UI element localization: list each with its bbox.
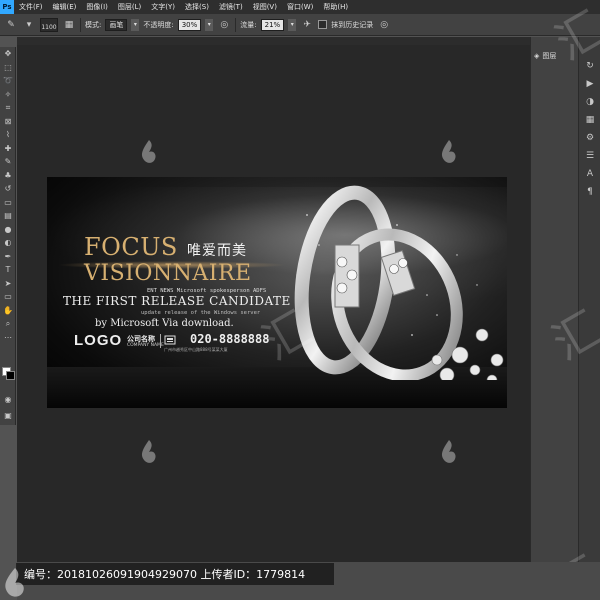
eyedropper-tool-icon[interactable]: ⌇ [0,128,16,142]
layers-panel-tab[interactable]: ◈ 图层 [534,49,556,63]
gradient-tool-icon[interactable]: ▤ [0,209,16,223]
company-name-english: COMPANY NAME [127,343,164,348]
document-tab-strip [17,37,530,45]
flow-dropdown-icon[interactable]: ▾ [288,18,297,31]
logo-text: LOGO [74,332,123,349]
more-tools-icon[interactable]: ⋯ [0,331,16,345]
dodge-tool-icon[interactable]: ◐ [0,236,16,250]
screen-mode-icon[interactable]: ▣ [0,409,16,423]
menu-edit[interactable]: 编辑(E) [48,2,82,12]
dropdown-arrow-icon[interactable]: ▾ [22,18,36,32]
update-caption: update release of the Windows server [141,310,261,316]
separator [235,17,237,32]
opacity-dropdown-icon[interactable]: ▾ [205,18,214,31]
brush-tool-icon[interactable]: ✎ [0,155,16,169]
photoshop-app-icon[interactable]: Ps [0,0,14,14]
menu-select[interactable]: 选择(S) [180,2,214,12]
type-tool-icon[interactable]: T [0,263,16,277]
brush-size-preset[interactable]: 1100 [40,17,58,32]
address-text: 广州市越秀区中山路888号某某大厦 [164,347,228,352]
shape-tool-icon[interactable]: ▭ [0,290,16,304]
headline-chinese: 唯爱而美 [187,243,247,259]
blur-tool-icon[interactable]: ● [0,223,16,237]
flow-label: 流量: [240,20,257,29]
character-panel-icon[interactable]: A [579,165,600,183]
path-select-tool-icon[interactable]: ➤ [0,277,16,291]
healing-brush-tool-icon[interactable]: ✚ [0,142,16,156]
pen-tool-icon[interactable]: ✒ [0,250,16,264]
tools-panel: ✥ ⬚ ➰ ✧ ⌗ ⊠ ⌇ ✚ ✎ ♣ ↺ ▭ ▤ ● ◐ ✒ T ➤ ▭ ✋ … [0,47,16,425]
opacity-input[interactable]: 30% [177,18,202,31]
opacity-label: 不透明度: [143,20,174,29]
separator [80,17,81,32]
layers-tab-label: 图层 [542,52,557,60]
pressure-opacity-icon[interactable]: ◎ [217,18,231,32]
quick-mask-icon[interactable]: ◉ [0,393,16,407]
clone-stamp-tool-icon[interactable]: ♣ [0,169,16,183]
headline-visionnaire: VISIONNAIRE [84,261,252,286]
swatches-panel-icon[interactable]: ▦ [579,111,600,129]
marquee-tool-icon[interactable]: ⬚ [0,61,16,75]
mode-select[interactable]: 画笔 [105,18,128,31]
flow-input[interactable]: 21% [260,18,285,31]
menu-image[interactable]: 图像(I) [81,2,113,12]
background-color-swatch[interactable] [6,371,15,380]
frame-tool-icon[interactable]: ⊠ [0,115,16,129]
menu-view[interactable]: 视图(V) [248,2,282,12]
phone-number: 020-8888888 [190,332,270,346]
pressure-size-icon[interactable]: ◎ [377,18,391,32]
history-brush-tool-icon[interactable]: ↺ [0,182,16,196]
headline-focus: FOCUS [84,233,178,261]
menu-type[interactable]: 文字(Y) [146,2,180,12]
color-swatches[interactable] [2,367,16,381]
crop-tool-icon[interactable]: ⌗ [0,101,16,115]
paragraph-panel-icon[interactable]: ¶ [579,183,600,201]
release-candidate-text: THE FIRST RELEASE CANDIDATE [63,294,291,308]
hand-tool-icon[interactable]: ✋ [0,304,16,318]
menu-filter[interactable]: 滤镜(T) [214,2,248,12]
color-panel-icon[interactable]: ◑ [579,93,600,111]
erase-history-label: 抹到历史记录 [331,20,374,29]
watermark-logo-icon [5,568,24,597]
menu-layer[interactable]: 图层(L) [113,2,146,12]
quick-select-tool-icon[interactable]: ✧ [0,88,16,102]
mode-label: 模式: [85,20,102,29]
divider [160,334,161,348]
erase-history-checkbox[interactable] [318,20,328,29]
actions-panel-icon[interactable]: ▶ [579,75,600,93]
properties-panel-icon[interactable]: ☰ [579,147,600,165]
zoom-tool-icon[interactable]: ⌕ [0,317,16,331]
phone-icon [164,335,176,345]
tool-options-bar: ✎ ▾ 1100 ▦ 模式: 画笔 ▾ 不透明度: 30% ▾ ◎ 流量: 21… [0,14,600,36]
mode-dropdown-icon[interactable]: ▾ [131,18,140,31]
history-brush-icon[interactable]: ✎ [4,18,18,32]
brush-settings-icon[interactable]: ▦ [62,18,76,32]
image-id-banner: 编号：20181026091904929070 上传者ID：1779814 [16,563,334,585]
layers-icon: ◈ [534,52,540,60]
by-microsoft-text: by Microsoft Via download. [95,318,234,329]
menu-help[interactable]: 帮助(H) [318,2,353,12]
menu-file[interactable]: 文件(F) [14,2,48,12]
canvas-artwork[interactable]: FOCUS 唯爱而美 VISIONNAIRE ENT NEWS Microsof… [47,177,507,408]
airbrush-icon[interactable]: ✈ [300,18,314,32]
watermark-logo-icon [441,140,456,163]
eraser-tool-icon[interactable]: ▭ [0,196,16,210]
watermark-logo-icon [441,440,456,463]
menu-bar: Ps 文件(F) 编辑(E) 图像(I) 图层(L) 文字(Y) 选择(S) 滤… [0,0,600,14]
move-tool-icon[interactable]: ✥ [0,47,16,61]
adjustments-panel-icon[interactable]: ⚙ [579,129,600,147]
lasso-tool-icon[interactable]: ➰ [0,74,16,88]
menu-window[interactable]: 窗口(W) [282,2,318,12]
watermark-logo-icon [141,440,156,463]
watermark-logo-icon [141,140,156,163]
